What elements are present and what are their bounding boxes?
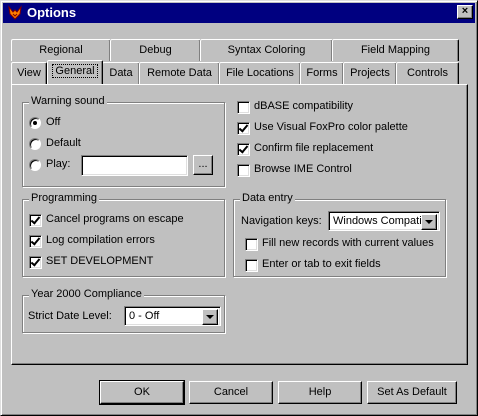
set-development-box xyxy=(29,256,42,269)
radio-play-indicator xyxy=(29,159,41,171)
window-title: Options xyxy=(27,5,77,20)
close-icon: × xyxy=(461,5,469,17)
programming-title: Programming xyxy=(29,192,100,204)
close-button[interactable]: × xyxy=(457,5,473,19)
enter-tab-label: Enter or tab to exit fields xyxy=(262,258,381,270)
enter-tab-box xyxy=(245,259,258,272)
warning-sound-title: Warning sound xyxy=(29,95,107,107)
cancel-escape-label: Cancel programs on escape xyxy=(46,213,184,225)
tab-syntax-coloring[interactable]: Syntax Coloring xyxy=(200,39,333,61)
fill-new-records-label: Fill new records with current values xyxy=(262,237,434,249)
options-dialog: Options × Regional Debug Syntax Coloring… xyxy=(0,0,478,416)
browse-sound-button[interactable]: ... xyxy=(193,155,213,175)
tab-file-locations[interactable]: File Locations xyxy=(219,62,301,84)
chevron-down-icon[interactable] xyxy=(421,214,437,230)
programming-group: Programming Cancel programs on escape Lo… xyxy=(22,192,225,277)
y2k-title: Year 2000 Compliance xyxy=(29,288,144,300)
fill-new-records-box xyxy=(245,238,258,251)
navigation-keys-select[interactable]: Windows Compatible xyxy=(328,211,440,231)
cancel-escape-box xyxy=(29,214,42,227)
confirm-replace-box xyxy=(237,143,250,156)
tab-regional[interactable]: Regional xyxy=(11,39,111,61)
strict-date-level-select[interactable]: 0 - Off xyxy=(124,306,221,326)
log-errors-label: Log compilation errors xyxy=(46,234,155,246)
strict-date-level-label: Strict Date Level: xyxy=(28,310,112,322)
warning-sound-group: Warning sound Off Default Play: ... xyxy=(22,95,225,187)
log-errors-box xyxy=(29,235,42,248)
general-tab-panel: Warning sound Off Default Play: ... dBAS… xyxy=(11,84,468,365)
browse-ime-box xyxy=(237,164,250,177)
chevron-down-icon[interactable] xyxy=(202,309,218,325)
tab-projects[interactable]: Projects xyxy=(343,62,397,84)
browse-ime-label: Browse IME Control xyxy=(254,163,352,175)
ok-button[interactable]: OK xyxy=(99,380,185,405)
tab-controls[interactable]: Controls xyxy=(396,62,459,84)
radio-default-indicator xyxy=(29,138,41,150)
tab-view[interactable]: View xyxy=(11,62,47,84)
radio-play-label: Play: xyxy=(46,158,71,170)
tab-remote-data[interactable]: Remote Data xyxy=(139,62,220,84)
navigation-keys-label: Navigation keys: xyxy=(241,215,322,227)
vfp-palette-label: Use Visual FoxPro color palette xyxy=(254,121,408,133)
dbase-compat-box xyxy=(237,101,250,114)
play-file-input[interactable] xyxy=(81,155,188,176)
vfp-palette-box xyxy=(237,122,250,135)
tab-debug[interactable]: Debug xyxy=(110,39,201,61)
help-button[interactable]: Help xyxy=(278,381,362,404)
radio-off-label: Off xyxy=(46,116,61,128)
confirm-replace-label: Confirm file replacement xyxy=(254,142,374,154)
cancel-button[interactable]: Cancel xyxy=(189,381,273,404)
radio-default-label: Default xyxy=(46,137,81,149)
tab-general[interactable]: General xyxy=(47,60,103,84)
dbase-compat-label: dBASE compatibility xyxy=(254,100,354,112)
set-development-label: SET DEVELOPMENT xyxy=(46,255,154,267)
radio-off-indicator xyxy=(29,117,41,129)
title-bar[interactable]: Options × xyxy=(3,3,475,23)
data-entry-title: Data entry xyxy=(240,192,295,204)
foxpro-icon xyxy=(8,5,22,20)
tab-forms[interactable]: Forms xyxy=(300,62,344,84)
tab-data[interactable]: Data xyxy=(102,62,140,84)
y2k-group: Year 2000 Compliance Strict Date Level: … xyxy=(22,288,225,333)
data-entry-group: Data entry Navigation keys: Windows Comp… xyxy=(233,192,446,277)
tab-field-mapping[interactable]: Field Mapping xyxy=(332,39,459,61)
set-as-default-button[interactable]: Set As Default xyxy=(367,381,457,404)
